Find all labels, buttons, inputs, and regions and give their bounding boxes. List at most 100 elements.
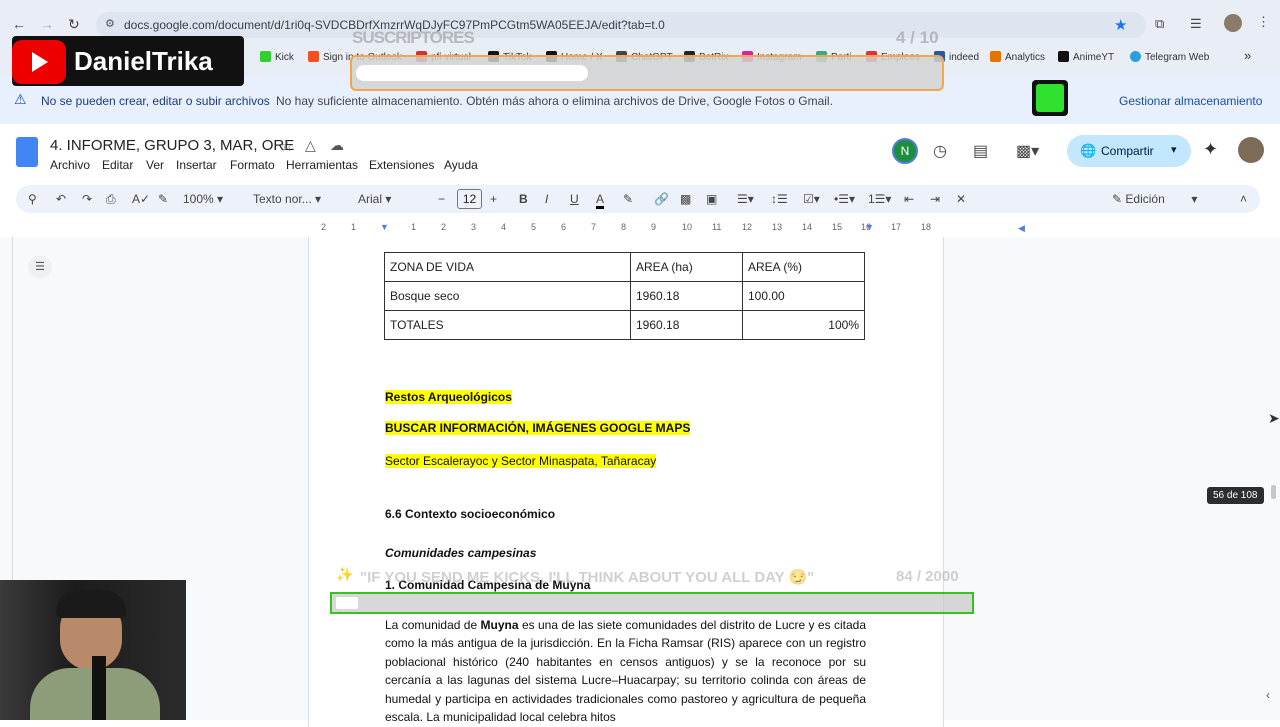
- menu-extensiones[interactable]: Extensiones: [369, 158, 434, 172]
- heading-restos[interactable]: Restos Arqueológicos: [385, 390, 512, 404]
- table-cell[interactable]: ZONA DE VIDA: [384, 252, 631, 282]
- table-cell[interactable]: Bosque seco: [384, 281, 631, 311]
- webcam-overlay: [0, 580, 186, 720]
- sparkle-icon: ✨: [336, 566, 354, 582]
- table-cell[interactable]: 100%: [742, 310, 865, 340]
- star-icon[interactable]: ☆: [280, 137, 293, 155]
- subscribers-goal-bar: [350, 55, 944, 91]
- outline-icon[interactable]: ☰: [28, 256, 52, 278]
- heading-buscar[interactable]: BUSCAR INFORMACIÓN, IMÁGENES GOOGLE MAPS: [385, 421, 691, 435]
- table-cell[interactable]: AREA (ha): [630, 252, 743, 282]
- section-heading[interactable]: 6.6 Contexto socioeconómico: [385, 507, 555, 521]
- comments-icon[interactable]: ▤: [973, 141, 988, 161]
- account-avatar[interactable]: [1238, 137, 1264, 163]
- insert-image-icon[interactable]: ▣: [706, 192, 717, 206]
- subsection-heading[interactable]: Comunidades campesinas: [385, 546, 536, 560]
- add-comment-icon[interactable]: ▩: [680, 192, 691, 206]
- address-bar[interactable]: ⚙ docs.google.com/document/d/1ri0q-SVDCB…: [96, 12, 1146, 38]
- extensions-icon[interactable]: ⧉: [1155, 16, 1164, 32]
- bookmark-animeyt[interactable]: AnimeYT: [1058, 51, 1114, 63]
- table-cell[interactable]: AREA (%): [742, 252, 865, 282]
- align-icon[interactable]: ☰▾: [737, 192, 754, 206]
- font-select[interactable]: Arial ▾: [358, 192, 391, 206]
- redo-icon[interactable]: ↷: [82, 192, 92, 206]
- telegram-icon: [1130, 51, 1141, 62]
- collapse-toolbar-icon[interactable]: ˄: [1240, 192, 1247, 206]
- bookmark-telegram[interactable]: Telegram Web: [1130, 51, 1209, 63]
- kicks-progress-fill: [336, 597, 358, 609]
- table-cell[interactable]: TOTALES: [384, 310, 631, 340]
- forward-icon[interactable]: →: [40, 16, 54, 32]
- table-cell[interactable]: 1960.18: [630, 281, 743, 311]
- site-info-icon[interactable]: ⚙: [105, 17, 115, 30]
- manage-storage-link[interactable]: Gestionar almacenamiento: [1119, 94, 1262, 108]
- share-dropdown-icon[interactable]: ▾: [1171, 143, 1177, 156]
- chrome-menu-icon[interactable]: ⋮: [1257, 14, 1270, 30]
- bookmark-analytics[interactable]: Analytics: [990, 51, 1045, 63]
- italic-icon[interactable]: I: [545, 192, 548, 206]
- bold-icon[interactable]: B: [519, 192, 528, 206]
- text-color-icon[interactable]: A: [596, 192, 605, 209]
- bookmarks-overflow-icon[interactable]: »: [1244, 48, 1251, 63]
- menu-ver[interactable]: Ver: [146, 158, 164, 172]
- highlight-icon[interactable]: ✎: [623, 192, 633, 206]
- move-icon[interactable]: △: [305, 137, 316, 154]
- search-menus-icon[interactable]: ⚲: [28, 192, 37, 206]
- subscribers-progress-fill: [356, 65, 588, 81]
- document-title[interactable]: 4. INFORME, GRUPO 3, MAR, ORE: [50, 137, 294, 154]
- bulleted-list-icon[interactable]: •☰▾: [834, 192, 855, 206]
- kicks-goal-text: "IF YOU SEND ME KICKS, I'LL THINK ABOUT …: [360, 569, 815, 586]
- microsoft-icon: [308, 51, 319, 62]
- sectores-text[interactable]: Sector Escalerayoc y Sector Minaspata, T…: [385, 454, 657, 468]
- gemini-icon[interactable]: ✦: [1203, 139, 1218, 160]
- link-icon[interactable]: 🔗: [654, 192, 669, 206]
- left-indent-marker[interactable]: ▼: [380, 222, 389, 232]
- numbered-list-icon[interactable]: 1☰▾: [868, 192, 891, 206]
- menu-editar[interactable]: Editar: [102, 158, 133, 172]
- ruler-tab-marker[interactable]: ◀: [1018, 223, 1025, 234]
- decrease-size-icon[interactable]: −: [438, 192, 445, 206]
- line-spacing-icon[interactable]: ↕☰: [771, 192, 788, 206]
- back-icon[interactable]: ←: [12, 16, 26, 32]
- reload-icon[interactable]: ↻: [68, 16, 80, 33]
- spellcheck-icon[interactable]: A✓: [132, 192, 150, 206]
- docs-logo-icon[interactable]: [16, 137, 38, 167]
- increase-indent-icon[interactable]: ⇥: [930, 192, 940, 206]
- subscribers-label: SUSCRIPTORES: [352, 28, 475, 47]
- underline-icon[interactable]: U: [570, 192, 579, 206]
- bookmark-star-icon[interactable]: ★: [1114, 16, 1127, 34]
- checklist-icon[interactable]: ☑▾: [803, 192, 820, 206]
- right-indent-marker[interactable]: ▼: [865, 222, 874, 232]
- table-cell[interactable]: 1960.18: [630, 310, 743, 340]
- menu-ayuda[interactable]: Ayuda: [444, 158, 478, 172]
- side-panel-toggle-icon[interactable]: ‹: [1266, 688, 1270, 702]
- meet-icon[interactable]: ▩▾: [1016, 141, 1039, 161]
- horizontal-ruler[interactable]: 2 1 ▼ 1 2 3 4 5 6 7 8 9 10 11 12 13 14 1…: [308, 222, 944, 236]
- bookmark-kick[interactable]: Kick: [260, 51, 294, 63]
- table-cell[interactable]: 100.00: [742, 281, 865, 311]
- print-icon[interactable]: ⎙: [106, 192, 116, 207]
- clear-formatting-icon[interactable]: ✕: [956, 192, 966, 206]
- editing-mode-button[interactable]: ✎ Edición ▾: [1112, 192, 1197, 206]
- paint-format-icon[interactable]: ✎: [158, 192, 168, 206]
- decrease-indent-icon[interactable]: ⇤: [904, 192, 914, 206]
- media-icon[interactable]: ☰: [1190, 16, 1202, 32]
- undo-icon[interactable]: ↶: [56, 192, 66, 206]
- increase-size-icon[interactable]: +: [490, 192, 497, 206]
- zoom-select[interactable]: 100% ▾: [183, 192, 223, 206]
- menu-herramientas[interactable]: Herramientas: [286, 158, 358, 172]
- style-select[interactable]: Texto nor... ▾: [253, 192, 321, 206]
- menu-formato[interactable]: Formato: [230, 158, 275, 172]
- paragraph-muyna[interactable]: La comunidad de Muyna es una de las siet…: [385, 616, 866, 726]
- youtube-icon: [12, 40, 66, 84]
- share-button[interactable]: 🌐 Compartir ▾: [1067, 135, 1191, 167]
- profile-avatar[interactable]: [1224, 14, 1242, 32]
- font-size-input[interactable]: 12: [457, 189, 482, 209]
- menu-archivo[interactable]: Archivo: [50, 158, 90, 172]
- menu-insertar[interactable]: Insertar: [176, 158, 217, 172]
- collaborator-avatar[interactable]: N: [892, 138, 918, 164]
- scrollbar-thumb[interactable]: [1271, 485, 1276, 499]
- cloud-status-icon[interactable]: ☁: [330, 137, 344, 154]
- warning-title: No se pueden crear, editar o subir archi…: [41, 94, 270, 108]
- history-icon[interactable]: ◷: [933, 141, 947, 161]
